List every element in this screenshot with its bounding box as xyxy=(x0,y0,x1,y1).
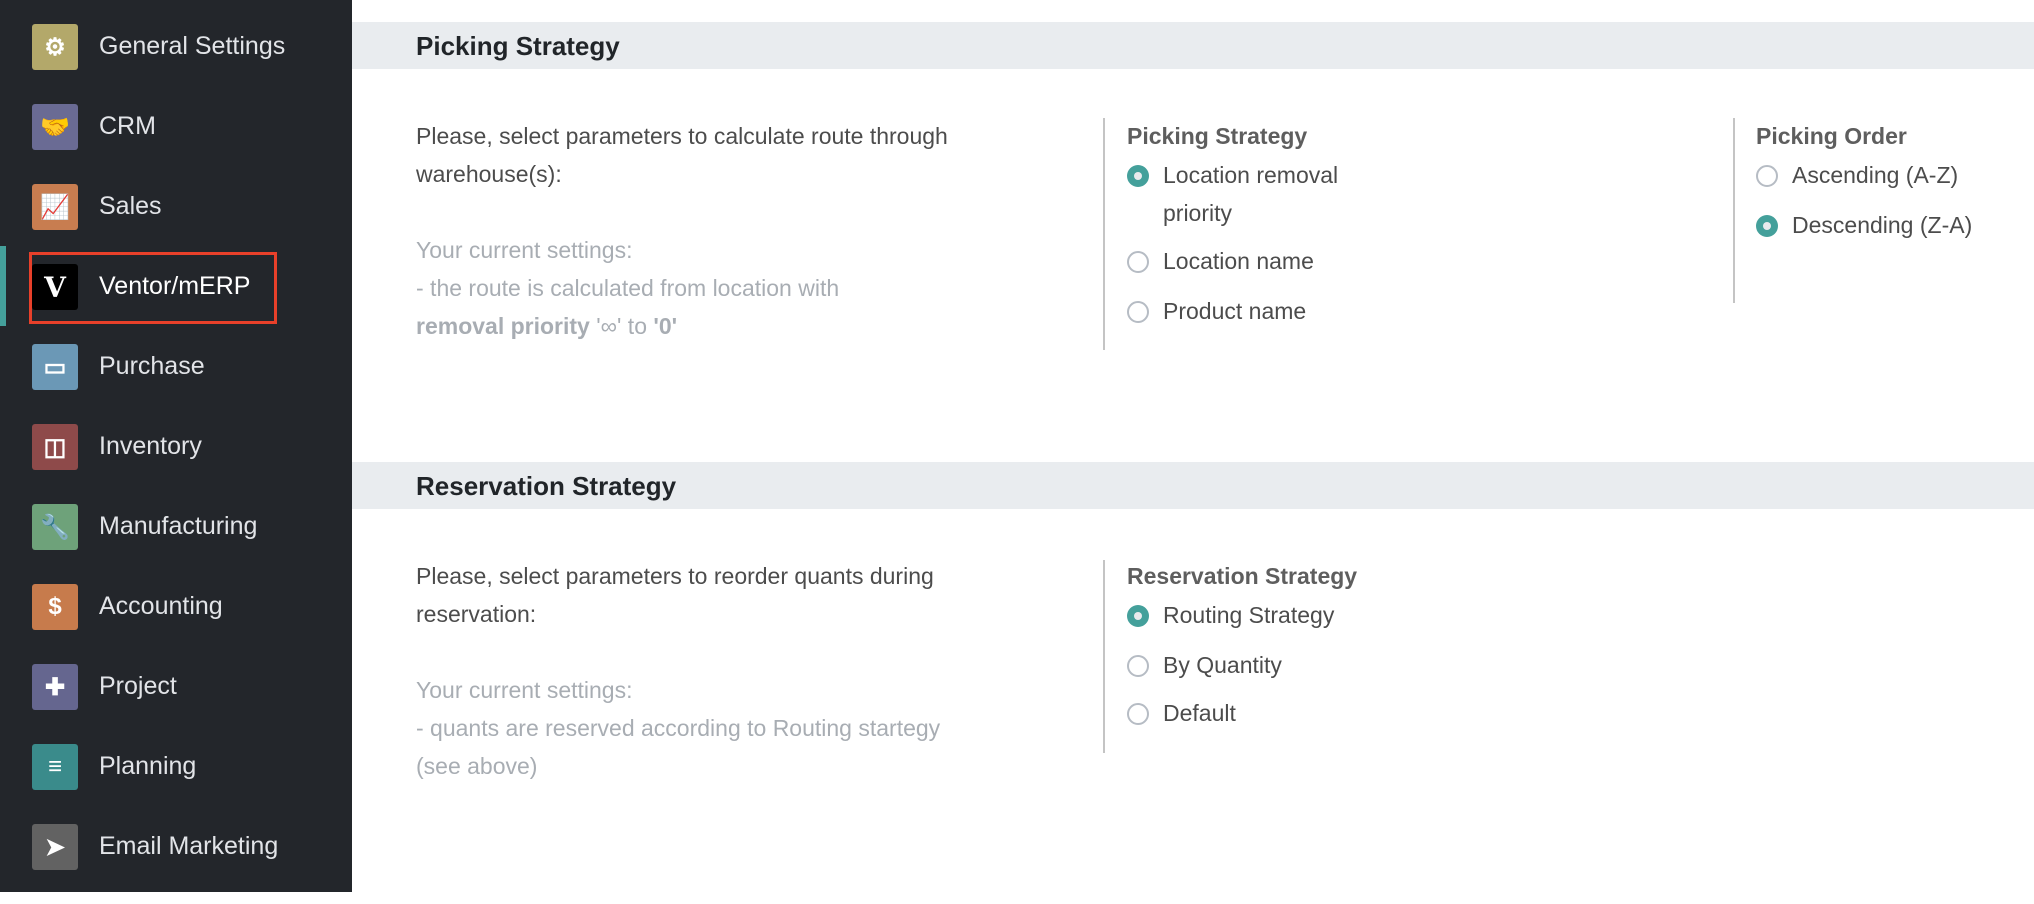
option-label: Location removal priority xyxy=(1163,162,1339,226)
handshake-icon: 🤝 xyxy=(32,104,78,150)
picking-order-label: Picking Order xyxy=(1756,123,1907,149)
sidebar-item-label: Planning xyxy=(99,752,197,780)
radio-button[interactable] xyxy=(1127,251,1149,273)
radio-button[interactable] xyxy=(1127,165,1149,187)
current-settings-line: - the route is calculated from location … xyxy=(416,275,840,301)
from-value: '∞' xyxy=(596,313,622,339)
sidebar-item-general-settings[interactable]: ⚙ General Settings xyxy=(0,24,352,104)
sidebar-item-accounting[interactable]: $ Accounting xyxy=(0,584,352,664)
radio-button[interactable] xyxy=(1756,165,1778,187)
reservation-strategy-label: Reservation Strategy xyxy=(1127,563,1358,589)
reservation-intro: Please, select parameters to reorder qua… xyxy=(416,563,934,627)
picking-strategy-option[interactable]: Location name xyxy=(1127,242,1357,280)
picking-order-option[interactable]: Ascending (A-Z) xyxy=(1756,156,2006,194)
divider xyxy=(1733,118,1735,303)
radio-button[interactable] xyxy=(1756,215,1778,237)
sidebar-item-label: CRM xyxy=(99,112,156,140)
bold-text: removal priority xyxy=(416,313,590,339)
chart-icon: 📈 xyxy=(32,184,78,230)
radio-button[interactable] xyxy=(1127,605,1149,627)
paper-plane-icon: ➤ xyxy=(32,824,78,870)
picking-intro: Please, select parameters to calculate r… xyxy=(416,123,948,187)
reservation-strategy-option[interactable]: Routing Strategy xyxy=(1127,596,1427,634)
puzzle-icon: ✚ xyxy=(32,664,78,710)
picking-strategy-label: Picking Strategy xyxy=(1127,123,1308,149)
gear-icon: ⚙ xyxy=(32,24,78,70)
planning-icon: ≡ xyxy=(32,744,78,790)
section-title: Reservation Strategy xyxy=(416,471,677,501)
sidebar-item-email-marketing[interactable]: ➤ Email Marketing xyxy=(0,824,352,904)
option-label: Location name xyxy=(1163,248,1314,274)
sidebar-item-label: Project xyxy=(99,672,177,700)
credit-card-icon: ▭ xyxy=(32,344,78,390)
sidebar-item-planning[interactable]: ≡ Planning xyxy=(0,744,352,824)
invoice-icon: $ xyxy=(32,584,78,630)
divider xyxy=(1103,118,1105,350)
radio-button[interactable] xyxy=(1127,703,1149,725)
wrench-icon: 🔧 xyxy=(32,504,78,550)
option-label: Product name xyxy=(1163,298,1307,324)
divider xyxy=(1103,560,1105,753)
picking-strategy-option[interactable]: Product name xyxy=(1127,292,1357,330)
sidebar-item-inventory[interactable]: ◫ Inventory xyxy=(0,424,352,504)
picking-strategy-option[interactable]: Location removal priority xyxy=(1127,156,1357,232)
sidebar-item-project[interactable]: ✚ Project xyxy=(0,664,352,744)
option-label: By Quantity xyxy=(1163,652,1282,678)
radio-button[interactable] xyxy=(1127,655,1149,677)
current-settings-label: Your current settings: xyxy=(416,237,633,263)
option-label: Routing Strategy xyxy=(1163,602,1335,628)
sidebar-item-manufacturing[interactable]: 🔧 Manufacturing xyxy=(0,504,352,584)
current-settings-label: Your current settings: xyxy=(416,677,633,703)
to-word: to xyxy=(621,313,654,339)
reservation-strategy-option[interactable]: Default xyxy=(1127,694,1427,732)
sidebar-item-label: Sales xyxy=(99,192,162,220)
sidebar-item-crm[interactable]: 🤝 CRM xyxy=(0,104,352,184)
app-sidebar: ⚙ General Settings 🤝 CRM 📈 Sales V Ventor/mERP ▭… xyxy=(0,0,352,892)
sidebar-item-label: General Settings xyxy=(99,32,286,60)
highlight-box xyxy=(29,252,277,324)
reservation-strategy-header: Reservation Strategy xyxy=(352,462,2034,509)
reservation-strategy-option[interactable]: By Quantity xyxy=(1127,646,1427,684)
sidebar-item-label: Manufacturing xyxy=(99,512,258,540)
option-label: Ascending (A-Z) xyxy=(1792,162,1959,188)
sidebar-item-label: Purchase xyxy=(99,352,205,380)
box-icon: ◫ xyxy=(32,424,78,470)
to-value: '0' xyxy=(653,313,678,339)
option-label: Default xyxy=(1163,700,1236,726)
picking-strategy-header: Picking Strategy xyxy=(352,22,2034,69)
radio-button[interactable] xyxy=(1127,301,1149,323)
sidebar-item-label: Inventory xyxy=(99,432,202,460)
picking-current-settings: Your current settings: - the route is ca… xyxy=(416,231,976,345)
option-label: Descending (Z-A) xyxy=(1792,212,1973,238)
section-title: Picking Strategy xyxy=(416,31,620,61)
reservation-current-settings: Your current settings: - quants are rese… xyxy=(416,671,976,785)
sidebar-item-label: Email Marketing xyxy=(99,832,279,860)
current-settings-line: - quants are reserved according to Routi… xyxy=(416,715,941,779)
picking-order-option[interactable]: Descending (Z-A) xyxy=(1756,206,2006,244)
sidebar-item-label: Accounting xyxy=(99,592,223,620)
current-settings-priority: removal priority '∞' to '0' xyxy=(416,307,976,345)
sidebar-item-purchase[interactable]: ▭ Purchase xyxy=(0,344,352,424)
